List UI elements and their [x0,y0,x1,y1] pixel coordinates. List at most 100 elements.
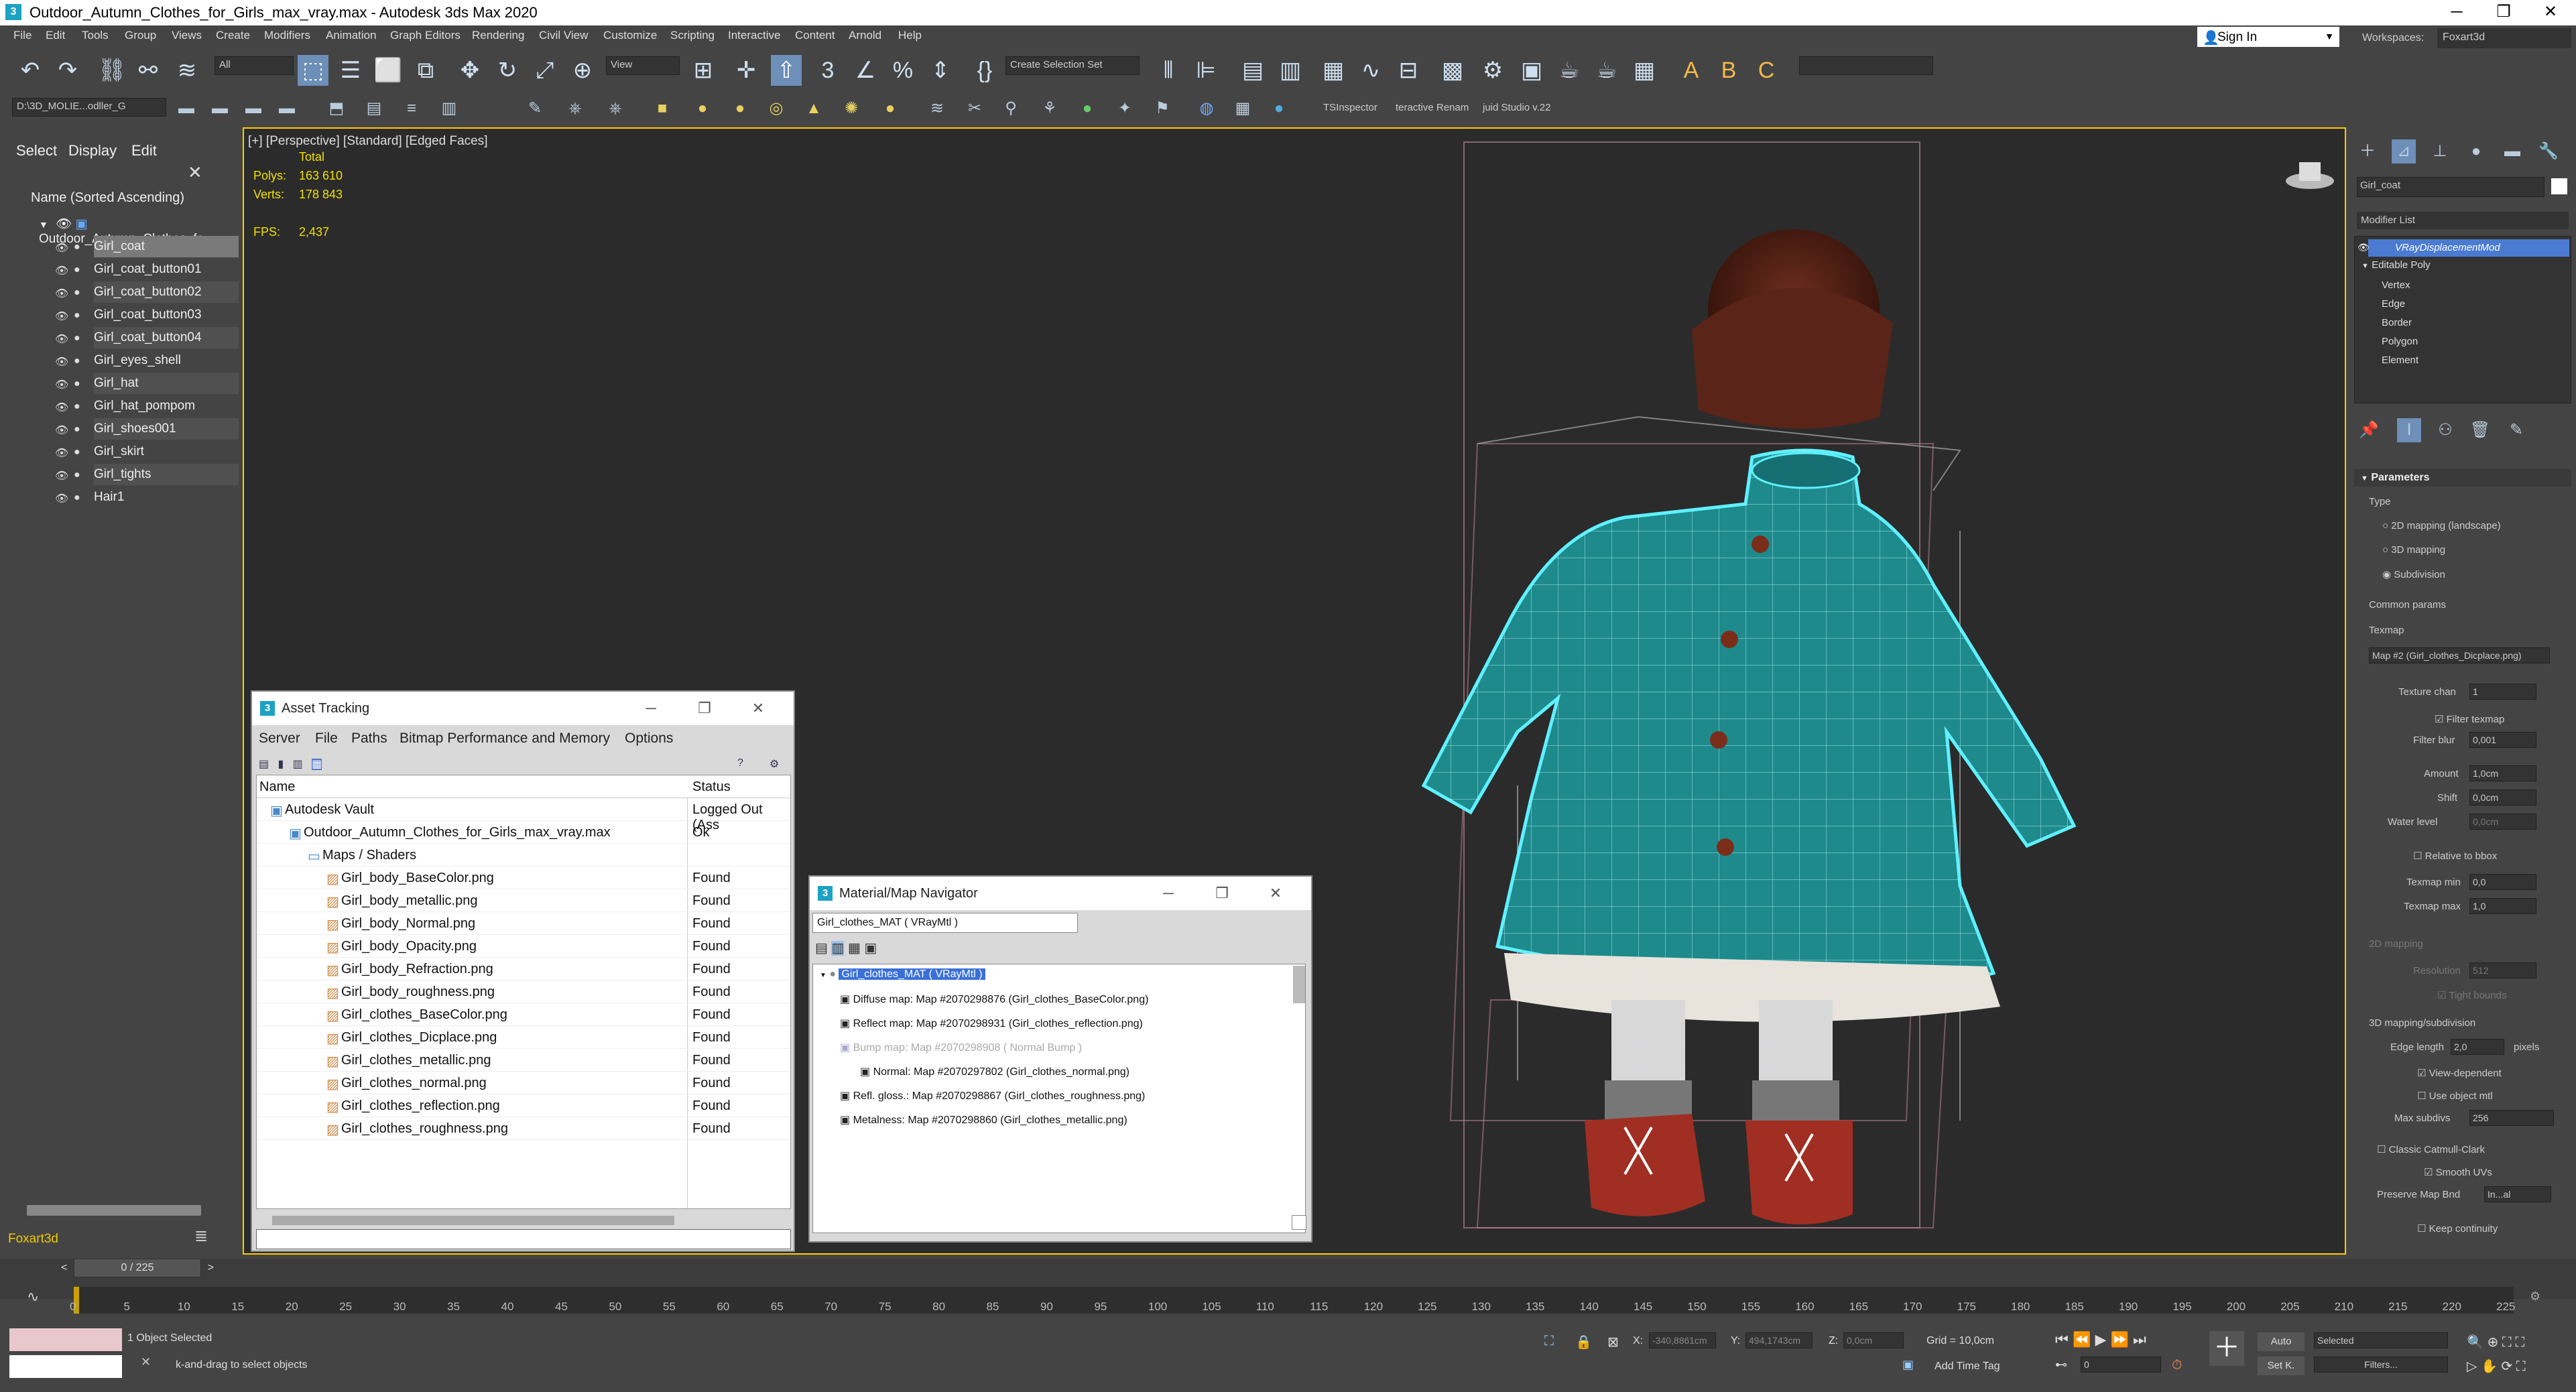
visibility-icon[interactable]: 👁 [55,287,68,300]
minimize-button[interactable]: ─ [2433,0,2480,25]
renderable-icon[interactable]: ● [74,492,86,503]
go-to-end-icon[interactable]: ⏭ [2133,1331,2146,1348]
tool-2-icon[interactable]: ▤ [362,97,386,121]
explorer-scrollbar[interactable] [27,1205,201,1216]
asset-close-button[interactable]: ✕ [741,697,775,720]
keep-continuity-checkbox[interactable]: ☐ Keep continuity [2417,1222,2498,1235]
tool-14-icon[interactable]: ⚑ [1150,97,1174,121]
asset-view-1-icon[interactable]: ▤ [259,759,269,770]
scene-object-row[interactable]: Girl_eyes_shell [94,350,239,371]
visibility-icon[interactable]: 👁 [56,217,72,231]
configure-modifier-icon[interactable]: ✎ [2504,418,2528,442]
undo-icon[interactable]: ↶ [15,55,46,86]
edit-named-selection-icon[interactable]: {} [969,55,1000,86]
asset-view-3-icon[interactable]: ▥ [293,759,303,770]
navigator-minimize-button[interactable]: ─ [1152,882,1185,905]
asset-tracking-titlebar[interactable]: 3 Asset Tracking ─ ❐ ✕ [252,692,794,725]
renderable-icon[interactable]: ● [74,378,86,389]
sub-object-element[interactable]: Element [2382,355,2418,366]
layer-move-icon[interactable]: ▬ [241,97,265,121]
current-frame-field[interactable]: 0 [2081,1356,2161,1373]
scene-object-row[interactable]: Girl_coat_button02 [94,281,239,303]
modifier-list-dropdown[interactable]: Modifier List [2357,212,2569,229]
render-frame-window-icon[interactable]: ▣ [1516,55,1547,86]
sign-in-dropdown[interactable]: 👤 Sign In ▼ [2197,27,2339,50]
arnold-b-icon[interactable]: B [1713,55,1744,86]
time-configuration-icon[interactable]: ⏱ [2172,1358,2183,1373]
navigator-map-row[interactable]: ▣ Refl. gloss.: Map #2070298867 (Girl_cl… [840,1089,1145,1102]
mirror-icon[interactable]: ⫴ [1153,55,1184,86]
pivot-icon[interactable]: ⊞ [688,55,719,86]
interactive-rename-button[interactable]: teractive Renam [1396,102,1469,113]
layer-explorer-icon[interactable]: ▥ [1275,55,1306,86]
tight-bounds-checkbox[interactable]: ☑ Tight bounds [2437,989,2507,1001]
asset-row[interactable]: ▨ Girl_body_roughness.png Found [257,980,790,1003]
z-coordinate-field[interactable]: 0,0cm [1843,1332,1904,1348]
tool-1-icon[interactable]: ⬒ [324,97,349,121]
scene-object-row[interactable]: Girl_tights [94,464,239,485]
layer-hide-icon[interactable]: ▬ [275,97,299,121]
renderable-icon[interactable]: ● [74,355,86,367]
tool-16-icon[interactable]: ▦ [1231,97,1255,121]
curve-editor-icon[interactable]: ∿ [1355,55,1386,86]
renderable-icon[interactable]: ● [74,401,86,412]
col-status-header[interactable]: Status [692,779,731,795]
scene-object-row[interactable]: Girl_hat [94,373,239,394]
named-selection-dropdown[interactable]: Create Selection Set [1005,56,1140,75]
asset-row[interactable]: ▣ Outdoor_Autumn_Clothes_for_Girls_max_vr… [257,821,790,844]
asset-row[interactable]: ▨ Girl_clothes_Dicplace.png Found [257,1026,790,1049]
orbit-icon[interactable]: ⟳ [2501,1359,2512,1374]
texmap-min-spinner[interactable]: 0,0 [2469,874,2536,890]
menu-rendering[interactable]: Rendering [472,29,524,42]
schematic-view-icon[interactable]: ⊟ [1393,55,1424,86]
object-color-swatch[interactable] [2551,178,2567,194]
visibility-icon[interactable]: 👁 [55,355,68,368]
asset-menu-options[interactable]: Options [625,731,673,747]
texmap-button[interactable]: Map #2 (Girl_clothes_Dicplace.png) [2369,647,2550,663]
window-crossing-icon[interactable]: ⧉ [410,55,441,86]
utilities-tab-icon[interactable]: 🔧 [2536,139,2561,164]
menu-scripting[interactable]: Scripting [670,29,715,42]
scale-icon[interactable]: ⤢ [530,55,560,86]
renderable-icon[interactable]: ● [74,469,86,481]
menu-views[interactable]: Views [172,29,202,42]
asset-row[interactable]: ▨ Girl_clothes_normal.png Found [257,1072,790,1094]
scene-object-row[interactable]: Hair1 [94,487,239,508]
sub-object-polygon[interactable]: Polygon [2382,336,2418,347]
select-by-name-icon[interactable]: ☰ [335,55,366,86]
layer-add-icon[interactable]: ▬ [208,97,232,121]
remove-modifier-icon[interactable]: 🗑 [2468,418,2492,442]
radio-2d-mapping[interactable]: ○ 2D mapping (landscape) [2382,520,2501,531]
object-name-field[interactable]: Girl_coat [2357,177,2544,197]
asset-row[interactable]: ▨ Girl_body_Refraction.png Found [257,958,790,980]
sphere-primitive-icon[interactable]: ● [728,97,752,121]
visibility-icon[interactable]: 👁 [55,264,68,277]
asset-view-4-icon[interactable]: ▦ [312,759,322,770]
teapot-icon[interactable]: ● [878,97,902,121]
close-listener-icon[interactable]: ✕ [141,1355,151,1369]
tool-3-icon[interactable]: ≡ [400,97,424,121]
renderable-icon[interactable]: ● [74,424,86,435]
texmap-max-spinner[interactable]: 1,0 [2469,898,2536,914]
view-dependent-checkbox[interactable]: ☑ View-dependent [2417,1067,2502,1079]
menu-animation[interactable]: Animation [326,29,377,42]
maxscript-input-field[interactable] [9,1355,122,1378]
zoom-extents-icon[interactable]: ⛶ [2502,1335,2512,1350]
asset-options-icon[interactable]: ⚙ [770,757,779,771]
navigator-map-row[interactable]: ▣ Reflect map: Map #2070298931 (Girl_clo… [840,1017,1143,1030]
tool-5-icon[interactable]: ✎ [523,97,547,121]
asset-view-2-icon[interactable]: ▮ [278,759,284,770]
place-icon[interactable]: ⊕ [567,55,598,86]
curve-editor-mini-icon[interactable]: ∿ [27,1288,39,1306]
rectangular-selection-icon[interactable]: ⬜ [373,55,404,86]
viewcube-icon[interactable] [2286,162,2334,189]
absolute-mode-icon[interactable]: ⊠ [1607,1334,1619,1350]
scene-object-row[interactable]: Girl_coat [94,236,239,257]
asset-hscrollbar[interactable] [272,1216,674,1225]
asset-menu-server[interactable]: Server [259,731,300,747]
close-explorer-icon[interactable]: ✕ [188,162,202,183]
toggle-ribbon-icon[interactable]: ▦ [1318,55,1349,86]
align-icon[interactable]: ⊫ [1190,55,1221,86]
classic-catmull-checkbox[interactable]: ☐ Classic Catmull-Clark [2377,1143,2485,1155]
asset-row[interactable]: ▣ Autodesk Vault Logged Out (Ass [257,798,790,832]
